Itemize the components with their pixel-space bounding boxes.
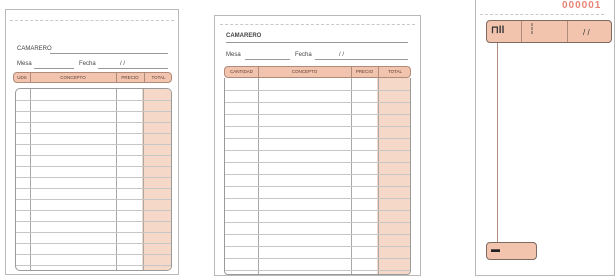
grid-row-line [225,150,410,151]
grid-row-line [225,258,410,259]
grid-row-line [225,210,410,211]
grid-row-line [16,144,171,145]
grid-row-line [16,232,171,233]
table-label: Mesa [226,52,241,58]
table-label: Mesa [17,61,32,67]
grid-row-line [16,243,171,244]
grid-row-line [225,234,410,235]
stub-header-box[interactable]: ⊓ll ┆ / / [486,20,612,43]
column-header-total: TOTAL [387,69,403,74]
perforation-line [10,20,174,21]
waiter-field[interactable] [50,53,168,54]
total-icon: ▬ [491,244,500,254]
grid-row-line [225,222,410,223]
table-icon: ⊓ll [491,25,505,36]
grid-row-line [16,166,171,167]
order-form-small: CAMARERO Mesa Fecha / / UDS CONCEPTO PRE… [5,9,179,275]
waiter-label: CAMARERO [226,33,262,39]
people-icon: ┆ [529,24,536,35]
line-items-grid[interactable] [15,88,172,271]
date-field[interactable]: / / [120,61,125,67]
column-header-units: UDS [17,75,27,80]
grid-row-line [16,265,171,266]
stub-connector-line [497,43,498,242]
table-header: UDS CONCEPTO PRECIO TOTAL [13,72,172,83]
column-header-price: PRECIO [355,69,374,74]
grid-row-line [16,210,171,211]
grid-row-line [225,174,410,175]
column-header-quantity: CANTIDAD [229,69,253,74]
grid-row-line [225,90,410,91]
column-header-concept: CONCEPTO [291,69,318,74]
grid-row-line [16,177,171,178]
column-header-price: PRECIO [121,75,139,80]
date-underline [315,59,408,60]
grid-row-line [16,111,171,112]
column-header-total: TOTAL [151,75,166,80]
date-field[interactable]: / / [339,52,344,58]
grid-row-line [225,270,410,271]
date-label: Fecha [79,61,96,67]
date-label: Fecha [295,52,312,58]
grid-row-line [225,114,410,115]
grid-row-line [225,102,410,103]
grid-row-line [16,221,171,222]
table-header: CANTIDAD CONCEPTO PRECIO TOTAL [224,66,411,78]
grid-row-line [16,122,171,123]
grid-row-line [225,198,410,199]
table-field[interactable] [34,68,74,69]
date-underline [98,68,168,69]
grid-row-line [225,162,410,163]
table-field[interactable] [245,59,290,60]
perforation-line [480,14,604,15]
column-header-concept: CONCEPTO [60,75,86,80]
grid-row-line [225,186,410,187]
line-items-grid[interactable] [224,78,411,275]
total-column [377,78,410,274]
grid-row-line [16,188,171,189]
order-stub: 000001 ⊓ll ┆ / / ▬ [475,0,615,276]
stub-total-box[interactable]: ▬ [486,242,537,260]
order-form-large: CAMARERO Mesa Fecha / / CANTIDAD CONCEPT… [214,15,421,276]
grid-row-line [225,126,410,127]
stub-date-field: / / [583,28,590,37]
grid-row-line [16,254,171,255]
grid-row-line [16,133,171,134]
waiter-label: CAMARERO [17,46,52,52]
serial-number: 000001 [562,0,602,11]
perforation-line [220,24,415,25]
waiter-field[interactable] [226,42,408,43]
grid-row-line [16,100,171,101]
grid-row-line [16,199,171,200]
grid-row-line [225,246,410,247]
grid-row-line [16,155,171,156]
grid-row-line [225,138,410,139]
